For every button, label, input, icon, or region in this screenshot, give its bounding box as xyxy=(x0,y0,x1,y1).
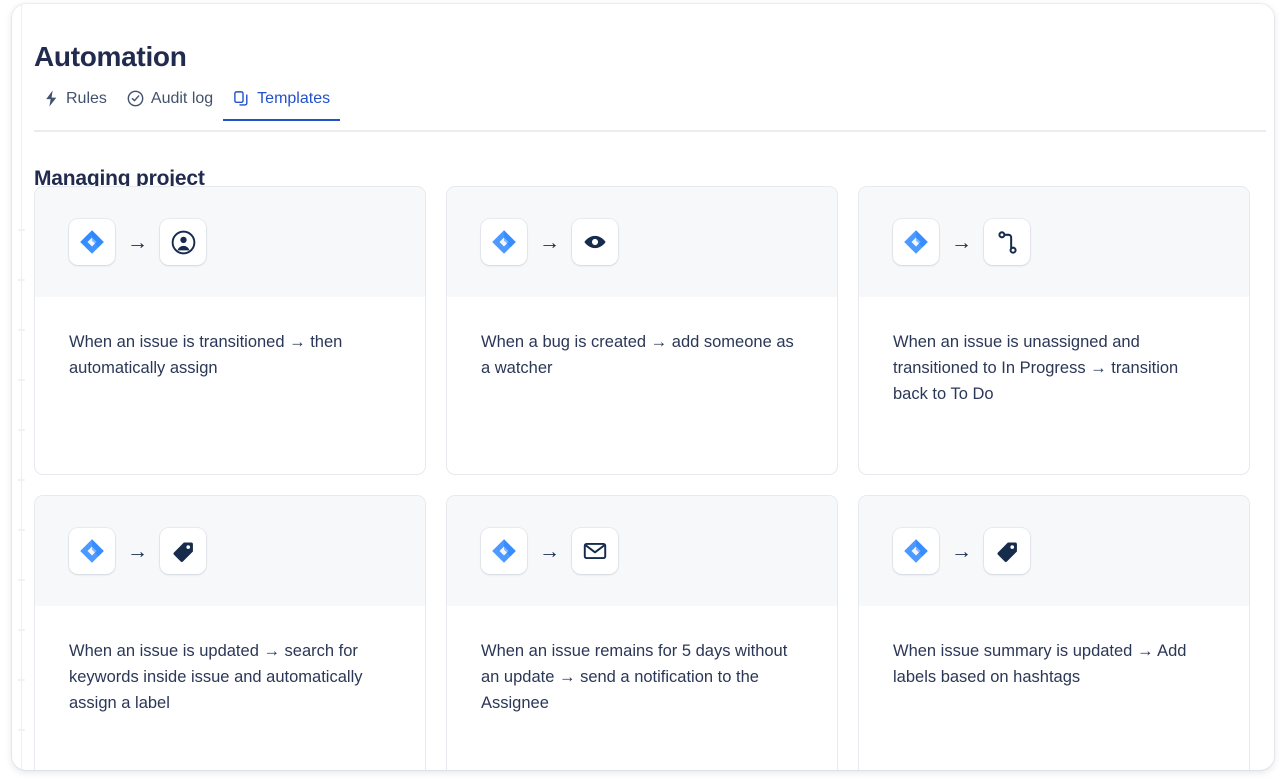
card-icon-strip: → xyxy=(859,187,1249,297)
card-body: When an issue is unassigned and transiti… xyxy=(859,297,1249,474)
branch-transition-icon xyxy=(984,219,1030,265)
jira-diamond-icon xyxy=(893,528,939,574)
card-icon-strip: → xyxy=(35,187,425,297)
arrow-icon: → xyxy=(127,541,148,562)
card-body: When an issue remains for 5 days without… xyxy=(447,606,837,770)
tab-audit-log[interactable]: Audit log xyxy=(117,90,223,119)
jira-diamond-icon xyxy=(69,219,115,265)
template-card[interactable]: → When an issue is unassigned and transi… xyxy=(858,186,1250,475)
check-circle-icon xyxy=(127,90,144,107)
app-window: Automation Rules Audit log xyxy=(12,4,1274,770)
card-description: When an issue is transitioned → then aut… xyxy=(69,329,391,381)
tab-rules-label: Rules xyxy=(66,91,107,107)
jira-diamond-icon xyxy=(893,219,939,265)
template-card[interactable]: → When an issue is updated → search for … xyxy=(34,495,426,770)
tab-templates-label: Templates xyxy=(257,91,330,107)
card-icon-strip: → xyxy=(859,496,1249,606)
card-description: When an issue is updated → search for ke… xyxy=(69,638,391,716)
card-description: When an issue is unassigned and transiti… xyxy=(893,329,1215,407)
lightning-bolt-icon xyxy=(44,90,59,107)
templates-grid: → When an issue is transitioned → then a… xyxy=(34,186,1266,770)
card-body: When a bug is created → add someone as a… xyxy=(447,297,837,474)
eye-icon xyxy=(572,219,618,265)
template-card[interactable]: → When issue summary is updated → Add la… xyxy=(858,495,1250,770)
arrow-icon: → xyxy=(951,232,972,253)
template-card[interactable]: → When a bug is created → add someone as… xyxy=(446,186,838,475)
card-body: When issue summary is updated → Add labe… xyxy=(859,606,1249,770)
arrow-icon: → xyxy=(539,541,560,562)
jira-diamond-icon xyxy=(481,528,527,574)
envelope-icon xyxy=(572,528,618,574)
card-icon-strip: → xyxy=(447,496,837,606)
tag-icon xyxy=(160,528,206,574)
tab-templates[interactable]: Templates xyxy=(223,90,340,119)
card-icon-strip: → xyxy=(35,496,425,606)
arrow-icon: → xyxy=(127,232,148,253)
card-body: When an issue is updated → search for ke… xyxy=(35,606,425,770)
tab-rules[interactable]: Rules xyxy=(34,90,117,119)
arrow-icon: → xyxy=(951,541,972,562)
jira-diamond-icon xyxy=(69,528,115,574)
card-description: When an issue remains for 5 days without… xyxy=(481,638,803,716)
automation-page: Automation Rules Audit log xyxy=(12,4,1274,770)
tag-icon xyxy=(984,528,1030,574)
tab-bar: Rules Audit log Templa xyxy=(34,90,1266,132)
tab-audit-log-label: Audit log xyxy=(151,91,213,107)
page-title: Automation xyxy=(34,41,187,73)
card-body: When an issue is transitioned → then aut… xyxy=(35,297,425,474)
template-card[interactable]: → When an issue is transitioned → then a… xyxy=(34,186,426,475)
person-circle-icon xyxy=(160,219,206,265)
copy-icon xyxy=(233,90,250,107)
jira-diamond-icon xyxy=(481,219,527,265)
card-icon-strip: → xyxy=(447,187,837,297)
template-card[interactable]: → When an issue remains for 5 days witho… xyxy=(446,495,838,770)
card-description: When issue summary is updated → Add labe… xyxy=(893,638,1215,690)
arrow-icon: → xyxy=(539,232,560,253)
card-description: When a bug is created → add someone as a… xyxy=(481,329,803,381)
